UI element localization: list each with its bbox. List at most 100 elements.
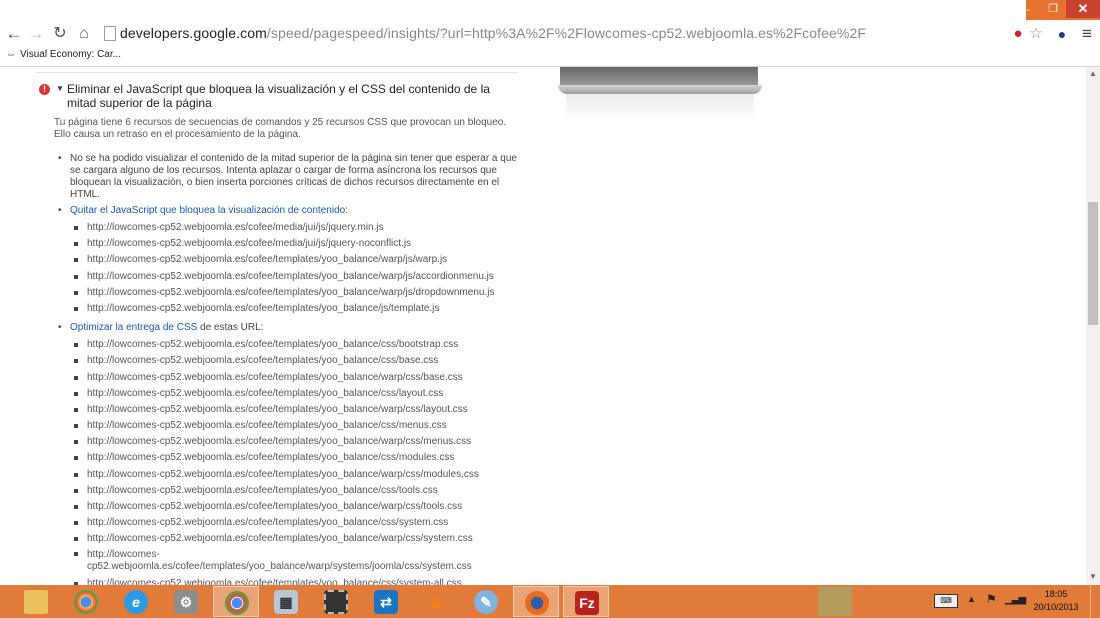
resource-url: http://lowcomes-cp52.webjoomla.es/cofee/… <box>87 387 444 399</box>
resource-url: http://lowcomes-cp52.webjoomla.es/cofee/… <box>87 371 463 383</box>
network-signal-icon[interactable]: ▁▃▅ <box>1005 594 1026 605</box>
resource-url: http://lowcomes-cp52.webjoomla.es/cofee/… <box>87 254 448 266</box>
resource-url: http://lowcomes-cp52.webjoomla.es/cofee/… <box>87 577 462 585</box>
taskbar-vlc[interactable]: ▲ <box>413 586 459 617</box>
address-bar[interactable]: developers.google.com/speed/pagespeed/in… <box>98 23 998 45</box>
square-bullet-icon <box>74 537 78 542</box>
resource-url-item: http://lowcomes-cp52.webjoomla.es/cofee/… <box>70 419 518 435</box>
resource-url: http://lowcomes-cp52.webjoomla.es/cofee/… <box>87 222 384 233</box>
advice-item: • No se ha podido visualizar el contenid… <box>58 153 517 200</box>
tray-expand-icon[interactable]: ▲ <box>967 594 976 604</box>
rule-description: Tu página tiene 6 recursos de secuencias… <box>54 117 507 140</box>
bookmark-star-icon[interactable]: ☆ <box>1027 24 1045 44</box>
resource-url: http://lowcomes-cp52.webjoomla.es/cofee/… <box>87 339 459 351</box>
url-text[interactable]: developers.google.com/speed/pagespeed/in… <box>120 25 866 41</box>
resource-url-item: http://lowcomes-cp52.webjoomla.es/cofee/… <box>70 549 518 573</box>
resource-url: http://lowcomes-cp52.webjoomla.es/cofee/… <box>87 533 473 545</box>
resource-url-item: http://lowcomes-cp52.webjoomla.es/cofee/… <box>70 468 518 484</box>
back-icon[interactable]: ← <box>4 23 24 45</box>
rule-title[interactable]: Eliminar el JavaScript que bloquea la vi… <box>67 82 522 110</box>
error-icon: ! <box>39 84 50 95</box>
taskbar-calculator[interactable]: ▦ <box>263 586 309 617</box>
resource-url: http://lowcomes-cp52.webjoomla.es/cofee/… <box>87 302 440 314</box>
scrollbar[interactable]: ▲ ▼ <box>1086 67 1100 585</box>
user-icon[interactable]: ● <box>1053 24 1071 44</box>
scroll-down-icon[interactable]: ▼ <box>1086 572 1100 581</box>
resource-url: http://lowcomes-cp52.webjoomla.es/cofee/… <box>87 517 449 529</box>
taskbar: e ⚙ ▦ ⇄ ▲ ✎ Fz ⌨ ▲ ⚑ ▁▃▅ 18:05 20/10/201… <box>0 585 1100 618</box>
square-bullet-icon <box>74 242 78 247</box>
taskbar-firefox[interactable] <box>513 586 559 617</box>
taskbar-paint[interactable]: ✎ <box>463 586 509 617</box>
folder-icon <box>24 590 48 614</box>
menu-icon[interactable]: ≡ <box>1078 24 1096 44</box>
taskbar-internet-explorer[interactable]: e <box>113 586 159 617</box>
keyboard-icon[interactable]: ⌨ <box>934 594 958 608</box>
minimize-button[interactable]: ‒ <box>1013 0 1039 18</box>
resource-url: http://lowcomes-cp52.webjoomla.es/cofee/… <box>87 452 455 464</box>
taskbar-movie-maker[interactable] <box>313 586 359 617</box>
taskbar-chrome[interactable] <box>213 586 259 617</box>
bookmark-item[interactable]: ⇔ Visual Economy: Car... <box>6 49 121 60</box>
taskbar-settings[interactable]: ⚙ <box>163 586 209 617</box>
clock-date[interactable]: 20/10/2013 <box>1030 602 1082 612</box>
reload-icon[interactable]: ↻ <box>50 23 70 45</box>
restore-button[interactable]: ❐ <box>1041 0 1065 18</box>
taskbar-teamviewer[interactable]: ⇄ <box>363 586 409 617</box>
resource-url-item: http://lowcomes-cp52.webjoomla.es/cofee/… <box>70 451 518 467</box>
square-bullet-icon <box>74 551 78 556</box>
caret-down-icon[interactable]: ▼ <box>56 84 64 93</box>
resource-url-item: http://lowcomes-cp52.webjoomla.es/cofee/… <box>70 532 518 548</box>
gear-icon: ⚙ <box>174 590 198 614</box>
scroll-up-icon[interactable]: ▲ <box>1086 69 1100 78</box>
taskbar-file-explorer[interactable] <box>13 586 59 617</box>
resource-url: http://lowcomes-cp52.webjoomla.es/cofee/… <box>87 436 472 448</box>
advice-list: • No se ha podido visualizar el contenid… <box>56 153 518 585</box>
taskbar-chrome-old[interactable] <box>63 586 109 617</box>
calculator-icon: ▦ <box>274 590 298 614</box>
bookmarks-bar: ⇔ Visual Economy: Car... <box>0 48 1100 67</box>
bullet-icon: • <box>58 322 62 334</box>
close-button[interactable]: ✕ <box>1066 0 1100 18</box>
scroll-thumb[interactable] <box>1088 202 1098 325</box>
square-bullet-icon <box>74 375 78 380</box>
resource-url-item: http://lowcomes-cp52.webjoomla.es/cofee/… <box>70 577 518 585</box>
taskbar-blank-item[interactable] <box>818 587 852 616</box>
extension-icon[interactable]: ● <box>1009 24 1027 44</box>
resource-url-line2: cp52.webjoomla.es/cofee/templates/yoo_ba… <box>87 560 472 572</box>
forward-icon[interactable]: → <box>26 23 46 45</box>
resource-url: http://lowcomes- <box>87 548 160 560</box>
resource-url-item: http://lowcomes-cp52.webjoomla.es/cofee/… <box>70 253 518 269</box>
resource-url: http://lowcomes-cp52.webjoomla.es/cofee/… <box>87 501 463 512</box>
resource-url-item: http://lowcomes-cp52.webjoomla.es/cofee/… <box>70 484 518 500</box>
square-bullet-icon <box>74 274 78 279</box>
chrome-old-icon <box>74 590 98 614</box>
resource-url-item: http://lowcomes-cp52.webjoomla.es/cofee/… <box>70 387 518 403</box>
show-desktop-button[interactable] <box>1090 585 1100 618</box>
resource-url: http://lowcomes-cp52.webjoomla.es/cofee/… <box>87 420 447 432</box>
resource-url-item: http://lowcomes-cp52.webjoomla.es/cofee/… <box>70 270 518 286</box>
action-center-flag-icon[interactable]: ⚑ <box>986 592 997 606</box>
css-url-list: http://lowcomes-cp52.webjoomla.es/cofee/… <box>70 338 518 585</box>
resource-url-item: http://lowcomes-cp52.webjoomla.es/cofee/… <box>70 500 518 516</box>
square-bullet-icon <box>74 407 78 412</box>
resource-url-item: http://lowcomes-cp52.webjoomla.es/cofee/… <box>70 354 518 370</box>
square-bullet-icon <box>74 424 78 429</box>
clock-time[interactable]: 18:05 <box>1034 589 1078 599</box>
resource-url: http://lowcomes-cp52.webjoomla.es/cofee/… <box>87 286 495 298</box>
js-url-list: http://lowcomes-cp52.webjoomla.es/cofee/… <box>70 221 518 318</box>
firefox-icon <box>525 591 549 615</box>
home-icon[interactable]: ⌂ <box>74 23 94 45</box>
page-viewport: ! ▼ Eliminar el JavaScript que bloquea l… <box>0 67 1086 585</box>
taskbar-filezilla[interactable]: Fz <box>563 586 609 617</box>
vlc-cone-icon: ▲ <box>426 591 446 613</box>
bookmark-favicon-icon: ⇔ <box>6 49 16 60</box>
square-bullet-icon <box>74 391 78 396</box>
js-advice-link[interactable]: Quitar el JavaScript que bloquea la visu… <box>70 205 345 216</box>
resource-url-item: http://lowcomes-cp52.webjoomla.es/cofee/… <box>70 516 518 532</box>
css-advice-link[interactable]: Optimizar la entrega de CSS <box>70 322 197 333</box>
resource-url: http://lowcomes-cp52.webjoomla.es/cofee/… <box>87 355 439 367</box>
ie-icon: e <box>124 590 148 614</box>
js-advice-item: • Quitar el JavaScript que bloquea la vi… <box>56 205 518 318</box>
square-bullet-icon <box>74 505 78 509</box>
